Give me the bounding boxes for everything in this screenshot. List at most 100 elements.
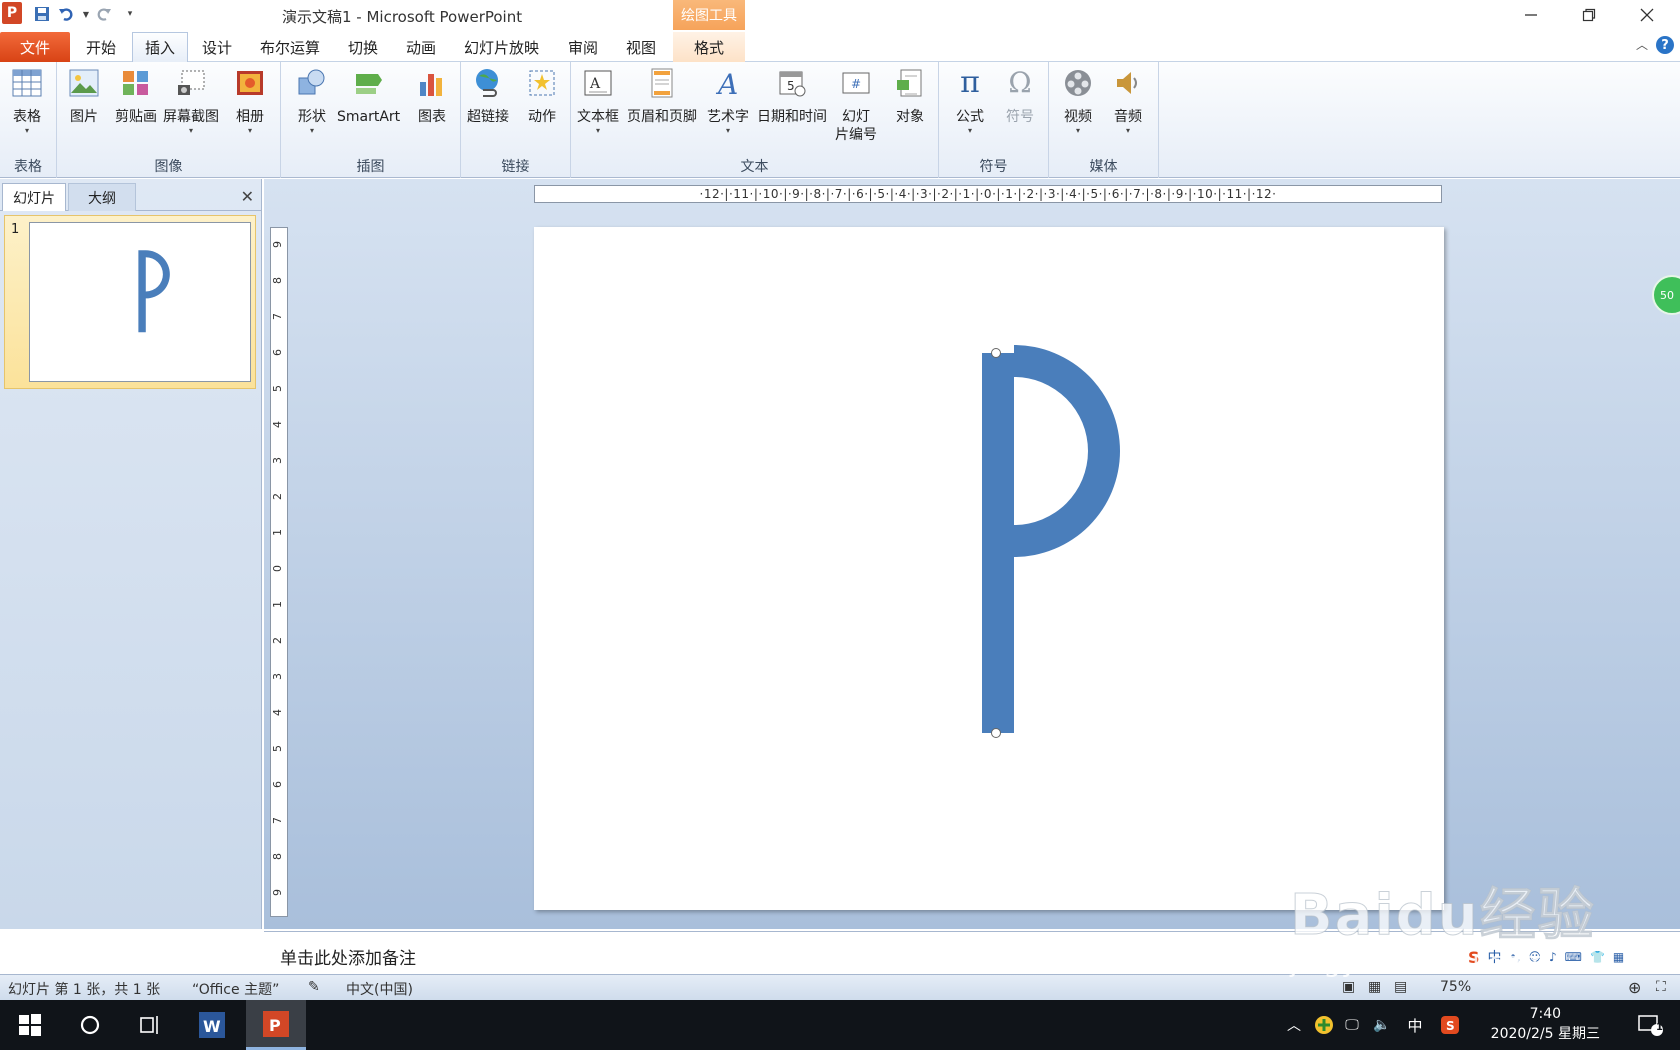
tab-outline[interactable]: 大纲 [68, 183, 136, 211]
table-button[interactable]: 表格 ▾ [10, 66, 44, 136]
spellcheck-icon[interactable]: ✎ [308, 979, 320, 995]
speaker-icon [1111, 66, 1145, 100]
ime-toolbar[interactable]: S 中 •, ☺ ♪ ⌨ 👕 ▦ [1468, 944, 1678, 970]
group-label-images: 图像 [154, 159, 183, 175]
screenshot-icon [174, 66, 208, 100]
customize-quick-access-icon[interactable]: ▾ [120, 4, 140, 24]
cortana-search-icon[interactable] [60, 1000, 120, 1050]
powerpoint-logo-icon[interactable]: P [2, 2, 22, 24]
group-symbols: π 公式 ▾ Ω 符号 符号 [939, 62, 1049, 178]
zoom-in-icon[interactable]: ⊕ [1628, 978, 1641, 997]
tab-file[interactable]: 文件 [0, 32, 70, 62]
vertical-ruler: 9 8 7 6 5 4 3 2 1 0 1 2 3 4 5 6 7 8 9 [270, 227, 288, 917]
tab-home[interactable]: 开始 [74, 32, 128, 62]
restore-button[interactable] [1563, 0, 1615, 30]
chart-button[interactable]: 图表 [415, 66, 449, 126]
sogou-ime-icon[interactable]: S [1468, 948, 1480, 967]
header-footer-button[interactable]: 页眉和页脚 [627, 66, 697, 126]
tab-review[interactable]: 审阅 [556, 32, 610, 62]
action-button[interactable]: 动作 [525, 66, 559, 126]
svg-text:A: A [589, 76, 601, 92]
tab-slideshow[interactable]: 幻灯片放映 [452, 32, 551, 62]
tab-format[interactable]: 格式 [673, 32, 745, 62]
pi-icon: π [960, 65, 980, 100]
symbol-button[interactable]: Ω 符号 [1003, 66, 1037, 126]
volume-icon[interactable]: 🔈 [1370, 1000, 1394, 1050]
normal-view-icon[interactable]: ▣ [1342, 979, 1355, 995]
tab-boolean[interactable]: 布尔运算 [248, 32, 332, 62]
undo-dropdown-icon[interactable]: ▼ [76, 4, 96, 24]
textbox-button[interactable]: A 文本框 ▾ [577, 66, 619, 136]
textbox-icon: A [581, 66, 615, 100]
group-label-links: 链接 [501, 159, 530, 175]
photo-album-button[interactable]: 相册 ▾ [233, 66, 267, 136]
screenshot-button[interactable]: 屏幕截图 ▾ [163, 66, 219, 136]
audio-button[interactable]: 音频 ▾ [1111, 66, 1145, 136]
notes-placeholder[interactable]: 单击此处添加备注 [280, 944, 416, 969]
system-clock[interactable]: 7:40 2020/2/5 星期三 [1491, 1004, 1600, 1044]
reading-view-icon[interactable]: ▤ [1394, 979, 1407, 995]
equation-button[interactable]: π 公式 ▾ [953, 66, 987, 136]
clock-date: 2020/2/5 星期三 [1490, 1026, 1600, 1042]
language[interactable]: 中文(中国) [346, 979, 413, 999]
slide-number-button[interactable]: # 幻灯 片编号 [835, 66, 877, 144]
slide-canvas[interactable] [534, 227, 1444, 910]
task-view-icon[interactable] [120, 1000, 180, 1050]
smartart-button[interactable]: SmartArt [337, 66, 400, 126]
floating-badge[interactable]: 50 [1652, 275, 1680, 315]
ime-tools-icon[interactable]: ▦ [1613, 950, 1624, 964]
shapes-button[interactable]: 形状 ▾ [295, 66, 329, 136]
ime-punct-icon[interactable]: •, [1510, 950, 1521, 964]
chart-icon [415, 66, 449, 100]
svg-text:A: A [715, 68, 738, 98]
picture-button[interactable]: 图片 [67, 66, 101, 126]
tab-insert[interactable]: 插入 [132, 32, 189, 62]
clipart-button[interactable]: 剪贴画 [115, 66, 157, 126]
close-pane-icon[interactable]: ✕ [241, 187, 254, 206]
ime-mode-icon[interactable]: 中 [1488, 947, 1502, 967]
object-icon [893, 66, 927, 100]
sogou-tray-icon[interactable]: S [1436, 1000, 1464, 1050]
zoom-level[interactable]: 75% [1440, 979, 1471, 995]
group-links: 超链接 动作 链接 [461, 62, 571, 178]
hyperlink-button[interactable]: 超链接 [467, 66, 509, 126]
ime-keyboard-icon[interactable]: ⌨ [1565, 950, 1582, 964]
object-button[interactable]: 对象 [893, 66, 927, 126]
selection-handle-bottom[interactable] [991, 728, 1001, 738]
ime-skin-icon[interactable]: 👕 [1590, 950, 1605, 964]
network-icon[interactable]: 🖵 [1340, 1000, 1364, 1050]
photo-album-icon [233, 66, 267, 100]
ime-indicator[interactable]: 中 [1400, 1000, 1430, 1050]
tab-animations[interactable]: 动画 [394, 32, 448, 62]
windows-start-icon[interactable] [0, 1000, 60, 1050]
close-button[interactable] [1621, 0, 1673, 30]
p-shape[interactable] [534, 227, 1444, 910]
help-icon[interactable]: ? [1656, 36, 1674, 54]
tab-view[interactable]: 视图 [614, 32, 668, 62]
sorter-view-icon[interactable]: ▦ [1368, 979, 1381, 995]
group-label-text: 文本 [740, 159, 769, 175]
ime-emoji-icon[interactable]: ☺ [1528, 950, 1541, 964]
fit-slide-icon[interactable]: ⛶ [1656, 979, 1666, 995]
wordart-button[interactable]: A 艺术字 ▾ [707, 66, 749, 136]
redo-icon[interactable] [94, 4, 114, 24]
selection-handle-top[interactable] [991, 348, 1001, 358]
undo-icon[interactable] [56, 4, 76, 24]
minimize-button[interactable] [1505, 0, 1557, 30]
theme-name[interactable]: “Office 主题” [192, 979, 279, 999]
date-time-button[interactable]: 5 日期和时间 [757, 66, 827, 126]
notification-center-icon[interactable]: 1 [1620, 1000, 1680, 1050]
tab-design[interactable]: 设计 [190, 32, 244, 62]
minimize-ribbon-icon[interactable]: ︿ [1636, 36, 1648, 53]
slide-thumbnail[interactable] [29, 222, 251, 382]
powerpoint-taskbar-icon[interactable]: P [246, 1000, 306, 1050]
tray-app-icon[interactable] [1312, 1000, 1336, 1050]
tab-transitions[interactable]: 切换 [336, 32, 390, 62]
tab-slides[interactable]: 幻灯片 [2, 183, 66, 211]
slide-thumbnail-item[interactable]: 1 [4, 215, 256, 389]
save-icon[interactable] [32, 4, 52, 24]
word-taskbar-icon[interactable]: W [182, 1000, 242, 1050]
video-button[interactable]: 视频 ▾ [1061, 66, 1095, 136]
tray-expand-icon[interactable]: ︿ [1282, 1000, 1306, 1050]
ime-voice-icon[interactable]: ♪ [1549, 950, 1557, 964]
